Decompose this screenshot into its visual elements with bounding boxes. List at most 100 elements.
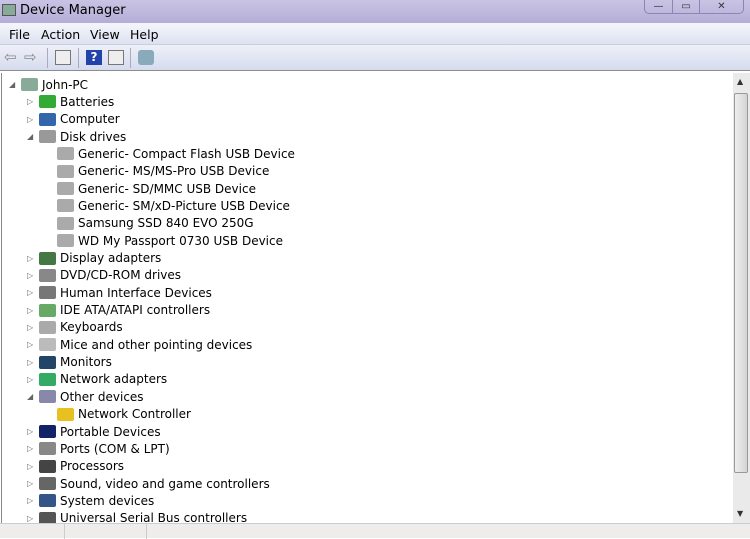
scroll-down-icon[interactable]: ▼	[737, 509, 743, 518]
processor-icon	[39, 459, 56, 473]
tree-item-label: Generic- MS/MS-Pro USB Device	[78, 164, 270, 179]
status-bar	[0, 523, 750, 539]
tree-root[interactable]: ◢ John-PC	[9, 76, 88, 93]
expand-icon[interactable]: ▷	[27, 306, 35, 315]
disk-drive-icon	[57, 199, 74, 213]
disk-drive-icon	[57, 234, 74, 248]
tree-item-label: Samsung SSD 840 EVO 250G	[78, 216, 254, 231]
expand-icon[interactable]: ▷	[27, 271, 35, 280]
help-icon[interactable]: ?	[86, 50, 102, 65]
expand-icon[interactable]: ▷	[27, 254, 35, 263]
expand-icon[interactable]: ▷	[27, 323, 35, 332]
toolbar: ⇦ ⇨ ?	[0, 45, 750, 71]
collapse-icon[interactable]: ◢	[27, 132, 35, 141]
expand-icon[interactable]: ▷	[27, 462, 35, 471]
status-pane	[65, 524, 147, 539]
tree-item[interactable]: ▷ Human Interface Devices	[27, 284, 212, 301]
close-button[interactable]: ✕	[699, 0, 743, 13]
toolbar-separator	[78, 48, 79, 68]
expand-icon[interactable]: ▷	[27, 375, 35, 384]
tree-item-label: DVD/CD-ROM drives	[60, 268, 182, 283]
system-device-icon	[39, 494, 56, 508]
display-adapter-icon	[39, 251, 56, 265]
mouse-icon	[39, 338, 56, 352]
expand-icon[interactable]: ▷	[27, 340, 35, 349]
scan-hardware-icon[interactable]	[138, 50, 154, 65]
menu-bar: File Action View Help	[0, 23, 750, 45]
tree-item[interactable]: ▷ Mice and other pointing devices	[27, 336, 252, 353]
tree-child-item[interactable]: Network Controller	[45, 406, 191, 423]
tree-item[interactable]: ▷ DVD/CD-ROM drives	[27, 267, 181, 284]
usb-icon	[39, 511, 56, 523]
disk-drive-icon	[57, 182, 74, 196]
expand-icon[interactable]: ▷	[27, 358, 35, 367]
tree-item[interactable]: ▷ Universal Serial Bus controllers	[27, 510, 247, 523]
tree-item[interactable]: ▷ Keyboards	[27, 319, 123, 336]
expand-icon[interactable]: ▷	[27, 97, 35, 106]
toolbar-separator	[130, 48, 131, 68]
tree-child-item[interactable]: Generic- SD/MMC USB Device	[45, 180, 256, 197]
collapse-icon[interactable]: ◢	[9, 80, 17, 89]
tree-child-item[interactable]: Generic- SM/xD-Picture USB Device	[45, 197, 290, 214]
tree-item-label: Display adapters	[60, 251, 162, 265]
tree-item-label: Sound, video and game controllers	[60, 476, 270, 491]
menu-view[interactable]: View	[90, 27, 120, 42]
tree-item[interactable]: ▷ Sound, video and game controllers	[27, 475, 270, 492]
disk-drive-icon	[39, 130, 56, 144]
tree-item[interactable]: ▷ Portable Devices	[27, 423, 161, 440]
scrollbar-thumb[interactable]	[734, 93, 748, 473]
tree-item-label: John-PC	[42, 77, 89, 92]
back-arrow-icon[interactable]: ⇦	[4, 50, 20, 65]
warning-icon	[57, 407, 74, 421]
expand-icon[interactable]: ▷	[27, 427, 35, 436]
show-hide-console-tree-icon[interactable]	[55, 50, 71, 65]
tree-item-label: Human Interface Devices	[60, 285, 212, 300]
menu-action[interactable]: Action	[41, 27, 80, 42]
tree-item-label: Processors	[60, 459, 125, 474]
tree-item[interactable]: ◢ Other devices	[27, 388, 144, 405]
forward-arrow-icon[interactable]: ⇨	[24, 50, 40, 65]
disk-drive-icon	[57, 147, 74, 161]
minimize-button[interactable]: —	[645, 0, 672, 13]
title-bar: Device Manager — ▭ ✕	[0, 0, 750, 23]
expand-icon[interactable]: ▷	[27, 288, 35, 297]
tree-item[interactable]: ▷ Display adapters	[27, 250, 161, 267]
tree-item-label: Generic- Compact Flash USB Device	[78, 146, 295, 161]
tree-item[interactable]: ▷ Monitors	[27, 354, 112, 371]
tree-item[interactable]: ▷ Batteries	[27, 93, 114, 110]
tree-item-label: Generic- SM/xD-Picture USB Device	[78, 198, 290, 213]
unknown-device-icon	[39, 390, 56, 404]
expand-icon[interactable]: ▷	[27, 444, 35, 453]
monitor-icon	[39, 355, 56, 369]
tree-item-label: Monitors	[60, 355, 112, 370]
tree-item[interactable]: ▷ Computer	[27, 111, 120, 128]
tree-item[interactable]: ◢ Disk drives	[27, 128, 126, 145]
properties-icon[interactable]	[108, 50, 124, 65]
scroll-up-icon[interactable]: ▲	[737, 77, 743, 86]
disk-drive-icon	[57, 164, 74, 178]
tree-item[interactable]: ▷ Network adapters	[27, 371, 167, 388]
maximize-button[interactable]: ▭	[672, 0, 699, 13]
toolbar-separator	[47, 48, 48, 68]
tree-item-label: Keyboards	[60, 320, 123, 335]
tree-item[interactable]: ▷ Processors	[27, 458, 124, 475]
expand-icon[interactable]: ▷	[27, 115, 35, 124]
expand-icon[interactable]: ▷	[27, 479, 35, 488]
collapse-icon[interactable]: ◢	[27, 392, 35, 401]
ide-controller-icon	[39, 303, 56, 317]
expand-icon[interactable]: ▷	[27, 496, 35, 505]
tree-child-item[interactable]: Generic- Compact Flash USB Device	[45, 145, 295, 162]
tree-child-item[interactable]: WD My Passport 0730 USB Device	[45, 232, 283, 249]
menu-file[interactable]: File	[9, 27, 30, 42]
vertical-scrollbar[interactable]: ▲ ▼	[733, 73, 750, 523]
tree-item[interactable]: ▷ System devices	[27, 492, 154, 509]
tree-item[interactable]: ▷ Ports (COM & LPT)	[27, 440, 170, 457]
tree-item-label: Portable Devices	[60, 424, 161, 439]
tree-child-item[interactable]: Samsung SSD 840 EVO 250G	[45, 215, 254, 232]
tree-item[interactable]: ▷ IDE ATA/ATAPI controllers	[27, 302, 210, 319]
tree-item-label: Disk drives	[60, 129, 127, 144]
menu-help[interactable]: Help	[130, 27, 159, 42]
keyboard-icon	[39, 320, 56, 334]
tree-child-item[interactable]: Generic- MS/MS-Pro USB Device	[45, 163, 269, 180]
expand-icon[interactable]: ▷	[27, 514, 35, 523]
